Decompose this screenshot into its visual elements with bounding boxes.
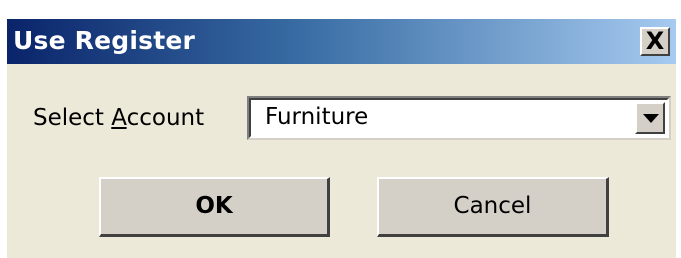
select-account-label-mnemonic: A	[111, 105, 127, 131]
select-account-label: Select Account	[33, 105, 204, 131]
chevron-down-icon	[643, 114, 659, 123]
select-account-label-suffix: ccount	[126, 105, 205, 131]
close-icon: X	[645, 27, 665, 55]
ok-button[interactable]: OK	[99, 177, 330, 237]
account-select-frame: Furniture	[249, 98, 669, 138]
title-bar[interactable]: Use Register X	[7, 19, 676, 64]
dialog-title: Use Register	[13, 26, 196, 55]
select-account-label-prefix: Select	[33, 105, 112, 131]
use-register-dialog: Use Register X Select Account Furniture …	[5, 17, 676, 258]
dropdown-button[interactable]	[635, 102, 665, 134]
account-select[interactable]: Furniture	[247, 96, 671, 140]
account-select-value: Furniture	[265, 104, 369, 130]
cancel-button[interactable]: Cancel	[377, 177, 609, 237]
close-button[interactable]: X	[640, 27, 670, 56]
